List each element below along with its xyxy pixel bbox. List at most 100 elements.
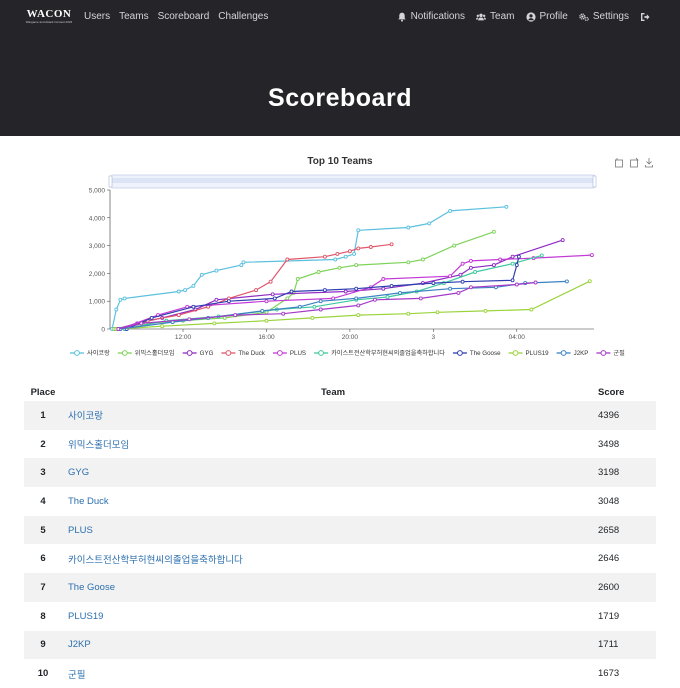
legend-item[interactable]: GYG <box>182 350 214 357</box>
data-point[interactable] <box>312 304 317 309</box>
data-point[interactable] <box>389 242 394 247</box>
data-point[interactable] <box>406 225 411 230</box>
data-point[interactable] <box>241 260 246 265</box>
team-link[interactable]: PLUS <box>68 525 93 536</box>
data-point[interactable] <box>368 245 373 249</box>
slider-handle-left[interactable] <box>108 175 113 188</box>
data-point[interactable] <box>354 286 359 291</box>
data-point[interactable] <box>564 279 569 284</box>
nav-challenges[interactable]: Challenges <box>218 10 268 23</box>
data-point[interactable] <box>385 295 390 299</box>
data-point[interactable] <box>322 254 327 259</box>
data-point[interactable] <box>389 283 394 288</box>
team-link[interactable]: The Duck <box>68 496 109 507</box>
data-point[interactable] <box>483 308 488 313</box>
data-point[interactable] <box>254 288 258 293</box>
data-point[interactable] <box>268 279 273 284</box>
data-point[interactable] <box>372 297 377 302</box>
data-point[interactable] <box>452 243 457 248</box>
data-point[interactable] <box>514 282 519 287</box>
data-point[interactable] <box>427 221 432 226</box>
data-point[interactable] <box>356 303 361 308</box>
data-point[interactable] <box>435 310 440 315</box>
data-point[interactable] <box>335 251 340 256</box>
team-link[interactable]: 군필 <box>68 670 85 681</box>
data-point[interactable] <box>139 321 144 326</box>
data-point[interactable] <box>191 304 196 309</box>
data-point[interactable] <box>297 304 302 309</box>
data-point[interactable] <box>560 238 565 243</box>
data-point[interactable] <box>285 296 290 301</box>
team-link[interactable]: J2KP <box>68 639 91 650</box>
data-point[interactable] <box>468 258 473 263</box>
data-point[interactable] <box>337 265 342 270</box>
data-point[interactable] <box>354 263 359 268</box>
data-point[interactable] <box>322 288 327 293</box>
data-point[interactable] <box>191 283 196 288</box>
data-point[interactable] <box>264 299 269 304</box>
data-point[interactable] <box>356 246 361 251</box>
download-icon[interactable] <box>645 158 653 168</box>
legend-item[interactable]: J2KP <box>556 350 589 357</box>
brand-logo[interactable]: WACON Wargame and Attack Contest 2023 <box>26 9 72 27</box>
slider-handle-right[interactable] <box>592 175 597 188</box>
data-point[interactable] <box>381 277 386 281</box>
data-point[interactable] <box>431 281 436 286</box>
data-point[interactable] <box>448 274 453 279</box>
data-point[interactable] <box>289 289 294 294</box>
legend-item[interactable]: 카이스트전산학부허현씨의졸업을축하합니다 <box>314 349 445 357</box>
data-point[interactable] <box>183 288 188 293</box>
nav-team[interactable]: Team <box>476 10 515 23</box>
nav-settings[interactable]: Settings <box>579 10 629 23</box>
data-point[interactable] <box>343 254 348 259</box>
data-point[interactable] <box>448 286 453 291</box>
data-point[interactable] <box>529 307 534 312</box>
data-point[interactable] <box>149 315 154 320</box>
data-point[interactable] <box>516 254 521 259</box>
data-point[interactable] <box>504 204 509 209</box>
data-point[interactable] <box>285 257 290 262</box>
legend-item[interactable]: 군필 <box>596 350 625 357</box>
data-point[interactable] <box>331 296 336 301</box>
data-point[interactable] <box>214 268 219 273</box>
team-link[interactable]: The Goose <box>68 582 115 593</box>
data-point[interactable] <box>212 321 217 326</box>
data-point[interactable] <box>333 257 338 262</box>
legend-item[interactable]: PLUS19 <box>508 350 550 357</box>
data-point[interactable] <box>473 270 478 274</box>
data-point[interactable] <box>510 261 515 266</box>
legend-item[interactable]: 위믹스홀더모임 <box>117 349 175 357</box>
legend-item[interactable]: PLUS <box>272 350 306 357</box>
nav-teams[interactable]: Teams <box>119 10 148 23</box>
data-point[interactable] <box>468 265 473 270</box>
data-point[interactable] <box>406 260 411 265</box>
data-point[interactable] <box>222 315 227 320</box>
data-point[interactable] <box>310 315 315 320</box>
data-point[interactable] <box>160 324 165 329</box>
nav-profile[interactable]: Profile <box>525 10 568 23</box>
data-point[interactable] <box>468 285 473 290</box>
data-point[interactable] <box>116 327 121 331</box>
data-point[interactable] <box>510 278 515 283</box>
team-link[interactable]: 카이스트전산학부허현씨의졸업을축하합니다 <box>68 555 243 566</box>
data-point[interactable] <box>589 253 594 258</box>
data-point[interactable] <box>491 229 496 234</box>
data-point[interactable] <box>239 263 244 268</box>
data-point[interactable] <box>420 257 425 262</box>
legend-item[interactable]: The Duck <box>221 350 266 357</box>
data-point[interactable] <box>118 297 123 302</box>
data-point[interactable] <box>381 286 386 291</box>
data-point[interactable] <box>199 272 204 277</box>
data-point[interactable] <box>510 254 515 259</box>
team-link[interactable]: GYG <box>68 467 89 478</box>
data-point[interactable] <box>226 299 231 304</box>
data-point[interactable] <box>448 208 453 213</box>
data-point[interactable] <box>316 270 321 274</box>
data-point[interactable] <box>233 313 238 318</box>
zoom-icon[interactable] <box>615 158 623 168</box>
data-point[interactable] <box>352 251 357 256</box>
data-point[interactable] <box>214 297 219 302</box>
data-point[interactable] <box>539 253 544 258</box>
data-point[interactable] <box>460 261 465 266</box>
nav-scoreboard[interactable]: Scoreboard <box>158 10 210 23</box>
